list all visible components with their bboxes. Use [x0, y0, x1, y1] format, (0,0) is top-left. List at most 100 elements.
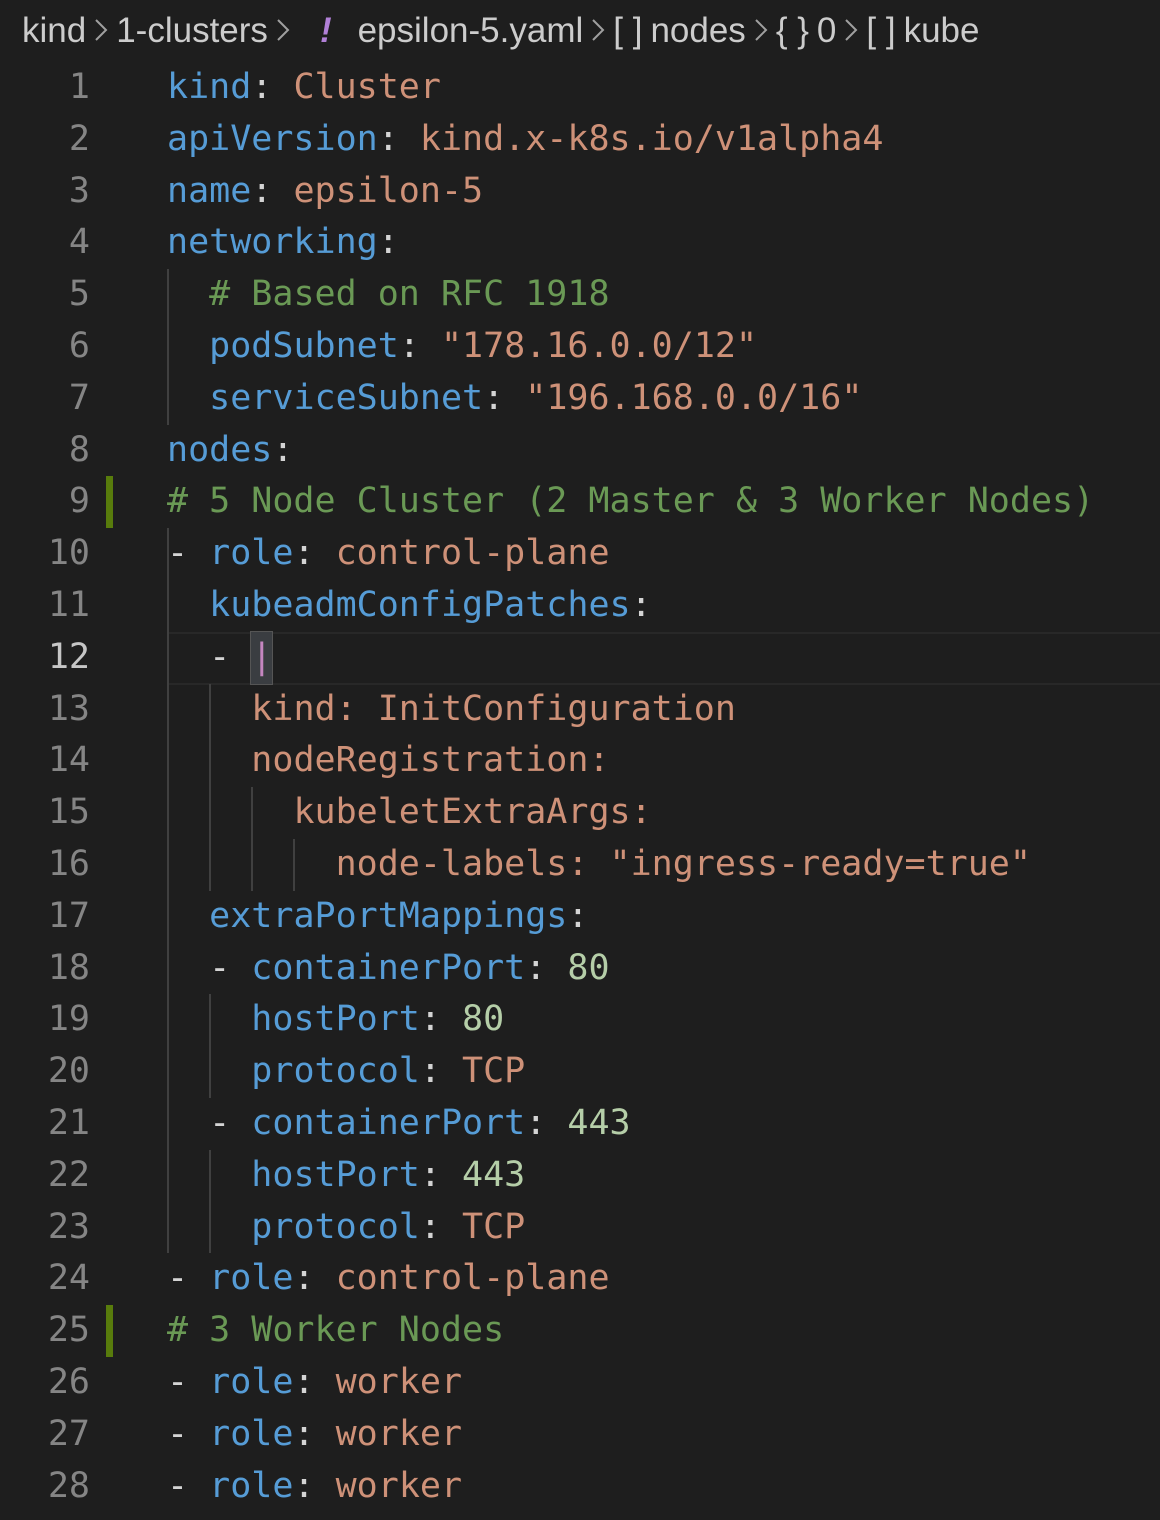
code-line[interactable]: 18 - containerPort: 80 [0, 943, 1160, 995]
line-number: 23 [47, 1206, 90, 1247]
code-token: role [209, 1361, 294, 1402]
code-line[interactable]: 12 - | [0, 630, 1160, 685]
indent-guide [293, 839, 295, 891]
code-line[interactable]: 17 extraPortMappings: [0, 891, 1160, 943]
code-token: : [251, 67, 294, 107]
code-line[interactable]: 20 protocol: TCP [0, 1046, 1160, 1098]
line-content: # 3 Worker Nodes [167, 1305, 504, 1357]
code-token: extraPortMappings [209, 895, 568, 936]
breadcrumb-item[interactable]: [ ] kube [866, 0, 979, 62]
line-content: protocol: TCP [167, 1046, 525, 1098]
line-content: # 5 Node Cluster (2 Master & 3 Worker No… [167, 476, 1094, 528]
line-number: 14 [47, 740, 90, 781]
code-line[interactable]: 27 - role: worker [0, 1409, 1160, 1461]
code-line[interactable]: 10 - role: control-plane [0, 528, 1160, 580]
code-token: # Based on RFC 1918 [209, 274, 610, 315]
code-line[interactable]: 8 nodes: [0, 425, 1160, 477]
code-token: # 3 Worker Nodes [167, 1310, 505, 1351]
code-token: - [167, 947, 252, 988]
code-line[interactable]: 11 kubeadmConfigPatches: [0, 580, 1160, 632]
code-line[interactable]: 21 - containerPort: 443 [0, 1098, 1160, 1150]
breadcrumb-item[interactable]: 1-clusters [116, 0, 268, 62]
breadcrumb-item[interactable]: kind [22, 0, 86, 62]
code-editor[interactable]: kind 1-clusters ! epsilon-5.yaml [ ] nodes { }… [0, 0, 1160, 1520]
line-content: kubeadmConfigPatches: [167, 580, 652, 632]
code-token: : [419, 1206, 463, 1247]
code-token: : [419, 1154, 463, 1195]
code-line[interactable]: 28 - role: worker [0, 1461, 1160, 1513]
code-line[interactable]: 14 nodeRegistration: [0, 735, 1160, 787]
code-line[interactable]: 6 podSubnet: "178.16.0.0/12" [0, 321, 1160, 373]
line-number: 1 [68, 67, 90, 107]
line-number: 4 [68, 222, 90, 263]
breadcrumb-item[interactable]: ! epsilon-5.yaml [298, 0, 583, 62]
code-token: : [293, 1361, 336, 1402]
code-token: : [293, 1413, 336, 1454]
line-content: extraPortMappings: [167, 891, 588, 943]
indent-guide [209, 994, 211, 1098]
symbol-icon: { } [775, 11, 809, 50]
breadcrumb-item[interactable]: { } 0 [776, 0, 837, 62]
code-line[interactable]: 7 serviceSubnet: "196.168.0.0/16" [0, 373, 1160, 425]
code-line[interactable]: 16 node-labels: "ingress-ready=true" [0, 839, 1160, 891]
code-token: - [167, 533, 210, 574]
line-content: name: epsilon-5 [167, 166, 483, 218]
code-token: kind.x-k8s.io/v1alpha4 [419, 118, 884, 159]
code-token: : [525, 1102, 568, 1143]
line-number: 27 [47, 1413, 90, 1454]
code-token: nodeRegistration: [251, 740, 610, 781]
code-token: worker [335, 1361, 463, 1402]
code-token: - [167, 1413, 210, 1454]
code-area[interactable]: 1 kind: Cluster 2 apiVersion: kind.x-k8s.io… [0, 62, 1160, 1512]
line-number: 22 [47, 1154, 90, 1195]
code-line[interactable]: 1 kind: Cluster [0, 62, 1160, 114]
indent-guide [251, 787, 253, 891]
breadcrumb-label: epsilon-5.yaml [357, 11, 584, 50]
code-token: worker [335, 1465, 463, 1506]
code-line[interactable]: 15 kubeletExtraArgs: [0, 787, 1160, 839]
indent-guide [167, 528, 169, 1254]
indent-guide [209, 1149, 211, 1254]
code-line[interactable]: 23 protocol: TCP [0, 1202, 1160, 1254]
chevron-right-icon [590, 0, 606, 62]
code-token: : [293, 533, 336, 574]
line-number: 28 [47, 1465, 90, 1506]
code-line[interactable]: 22 hostPort: 443 [0, 1150, 1160, 1202]
code-token: : [419, 1051, 463, 1092]
code-token: control-plane [335, 1258, 610, 1299]
code-line[interactable]: 5 # Based on RFC 1918 [0, 269, 1160, 321]
code-line[interactable]: 9 # 5 Node Cluster (2 Master & 3 Worker N… [0, 476, 1160, 529]
code-line[interactable]: 26 - role: worker [0, 1357, 1160, 1409]
code-token: : [483, 377, 526, 418]
code-line[interactable]: 25 # 3 Worker Nodes [0, 1305, 1160, 1357]
code-line[interactable]: 13 kind: InitConfiguration [0, 684, 1160, 736]
breadcrumb-item[interactable]: [ ] nodes [613, 0, 746, 62]
code-line[interactable]: 2 apiVersion: kind.x-k8s.io/v1alpha4 [0, 114, 1160, 166]
line-content: - containerPort: 80 [167, 943, 609, 995]
breadcrumb-label: nodes [650, 11, 746, 50]
code-line[interactable]: 4 networking: [0, 217, 1160, 269]
code-token: - [167, 1102, 252, 1143]
code-line[interactable]: 19 hostPort: 80 [0, 994, 1160, 1046]
line-content: - role: control-plane [167, 528, 610, 580]
code-token: hostPort [251, 999, 420, 1040]
line-number: 25 [47, 1310, 90, 1351]
line-content: # Based on RFC 1918 [167, 269, 610, 321]
code-line[interactable]: 24 - role: control-plane [0, 1253, 1160, 1305]
code-token: : [377, 118, 420, 159]
code-line[interactable]: 3 name: epsilon-5 [0, 166, 1160, 218]
code-token: apiVersion [167, 118, 378, 159]
line-number: 26 [47, 1361, 90, 1402]
line-number: 17 [47, 895, 90, 936]
line-content: node-labels: "ingress-ready=true" [167, 839, 1031, 891]
line-number: 21 [47, 1102, 90, 1143]
git-modified-marker [106, 1305, 113, 1357]
line-number: 24 [47, 1258, 90, 1299]
line-number: 19 [47, 999, 90, 1040]
indent-guide [167, 269, 169, 425]
